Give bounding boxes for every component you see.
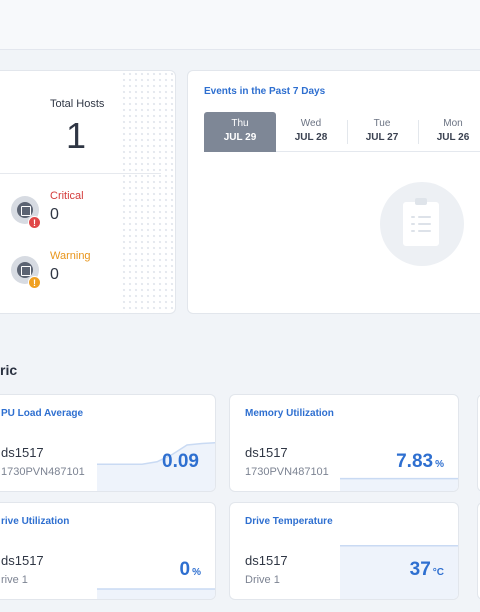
metric-title: rive Utilization xyxy=(1,516,70,527)
divider xyxy=(0,173,161,174)
metric-value: 37 °C xyxy=(409,559,444,580)
critical-alert-icon: ! xyxy=(28,216,41,229)
metric-value: 7.83% xyxy=(396,451,444,472)
metric-host: ds1517 xyxy=(1,553,44,568)
warning-count: 0 xyxy=(50,266,59,283)
metric-card-drive-utilization[interactable]: rive Utilization ds1517 rive 1 0% xyxy=(0,502,216,600)
tab-thu[interactable]: Thu JUL 29 xyxy=(204,112,276,152)
metric-host: ds1517 xyxy=(245,445,288,460)
empty-events-placeholder xyxy=(380,182,464,266)
metric-subtitle: rive 1 xyxy=(1,574,28,586)
day-name: Mon xyxy=(443,118,463,129)
section-title: ric xyxy=(0,362,18,378)
critical-label: Critical xyxy=(50,190,84,202)
day-date: JUL 29 xyxy=(223,132,257,143)
metric-card-cpu[interactable]: PU Load Average ds1517 1730PVN487101 0.0… xyxy=(0,394,216,492)
tab-mon[interactable]: Mon JUL 26 xyxy=(417,112,480,152)
events-card: Events in the Past 7 Days Thu JUL 29 Wed… xyxy=(187,70,480,314)
tab-tue[interactable]: Tue JUL 27 xyxy=(346,112,418,152)
sparkline-area xyxy=(97,589,215,599)
metric-value: 0.09 xyxy=(162,451,199,472)
metric-subtitle: 1730PVN487101 xyxy=(245,466,329,478)
total-hosts-value[interactable]: 1 xyxy=(66,115,86,157)
tab-wed[interactable]: Wed JUL 28 xyxy=(275,112,347,152)
server-icon: ! xyxy=(11,196,41,229)
metric-host: ds1517 xyxy=(245,553,288,568)
day-date: JUL 28 xyxy=(294,132,328,143)
sparkline-area xyxy=(340,478,458,491)
metric-title: Drive Temperature xyxy=(245,516,333,527)
metric-title: Memory Utilization xyxy=(245,408,334,419)
metric-subtitle: 1730PVN487101 xyxy=(1,466,85,478)
top-bar xyxy=(0,0,480,50)
critical-hosts-row[interactable]: ! Critical 0 xyxy=(11,190,121,236)
world-map-background xyxy=(121,71,175,313)
metric-value: 0% xyxy=(179,559,201,580)
warning-alert-icon: ! xyxy=(28,276,41,289)
critical-count: 0 xyxy=(50,206,59,223)
day-name: Thu xyxy=(231,118,249,129)
hosts-summary-card: Total Hosts 1 ! Critical 0 ! Warning 0 xyxy=(0,70,176,314)
metric-card-drive-temperature[interactable]: Drive Temperature ds1517 Drive 1 37 °C xyxy=(229,502,459,600)
day-date: JUL 26 xyxy=(436,132,470,143)
metric-title: PU Load Average xyxy=(1,408,84,419)
server-icon: ! xyxy=(11,256,41,289)
warning-hosts-row[interactable]: ! Warning 0 xyxy=(11,250,121,296)
day-tabs: Thu JUL 29 Wed JUL 28 Tue JUL 27 Mon JUL… xyxy=(204,112,480,152)
clipboard-icon xyxy=(403,198,439,246)
events-title: Events in the Past 7 Days xyxy=(204,86,326,97)
day-name: Tue xyxy=(373,118,391,129)
day-name: Wed xyxy=(300,118,322,129)
metric-card-memory[interactable]: Memory Utilization ds1517 1730PVN487101 … xyxy=(229,394,459,492)
metric-host: ds1517 xyxy=(1,445,44,460)
total-hosts-label: Total Hosts xyxy=(50,98,105,110)
metric-subtitle: Drive 1 xyxy=(245,574,280,586)
warning-label: Warning xyxy=(50,250,91,262)
day-date: JUL 27 xyxy=(365,132,399,143)
